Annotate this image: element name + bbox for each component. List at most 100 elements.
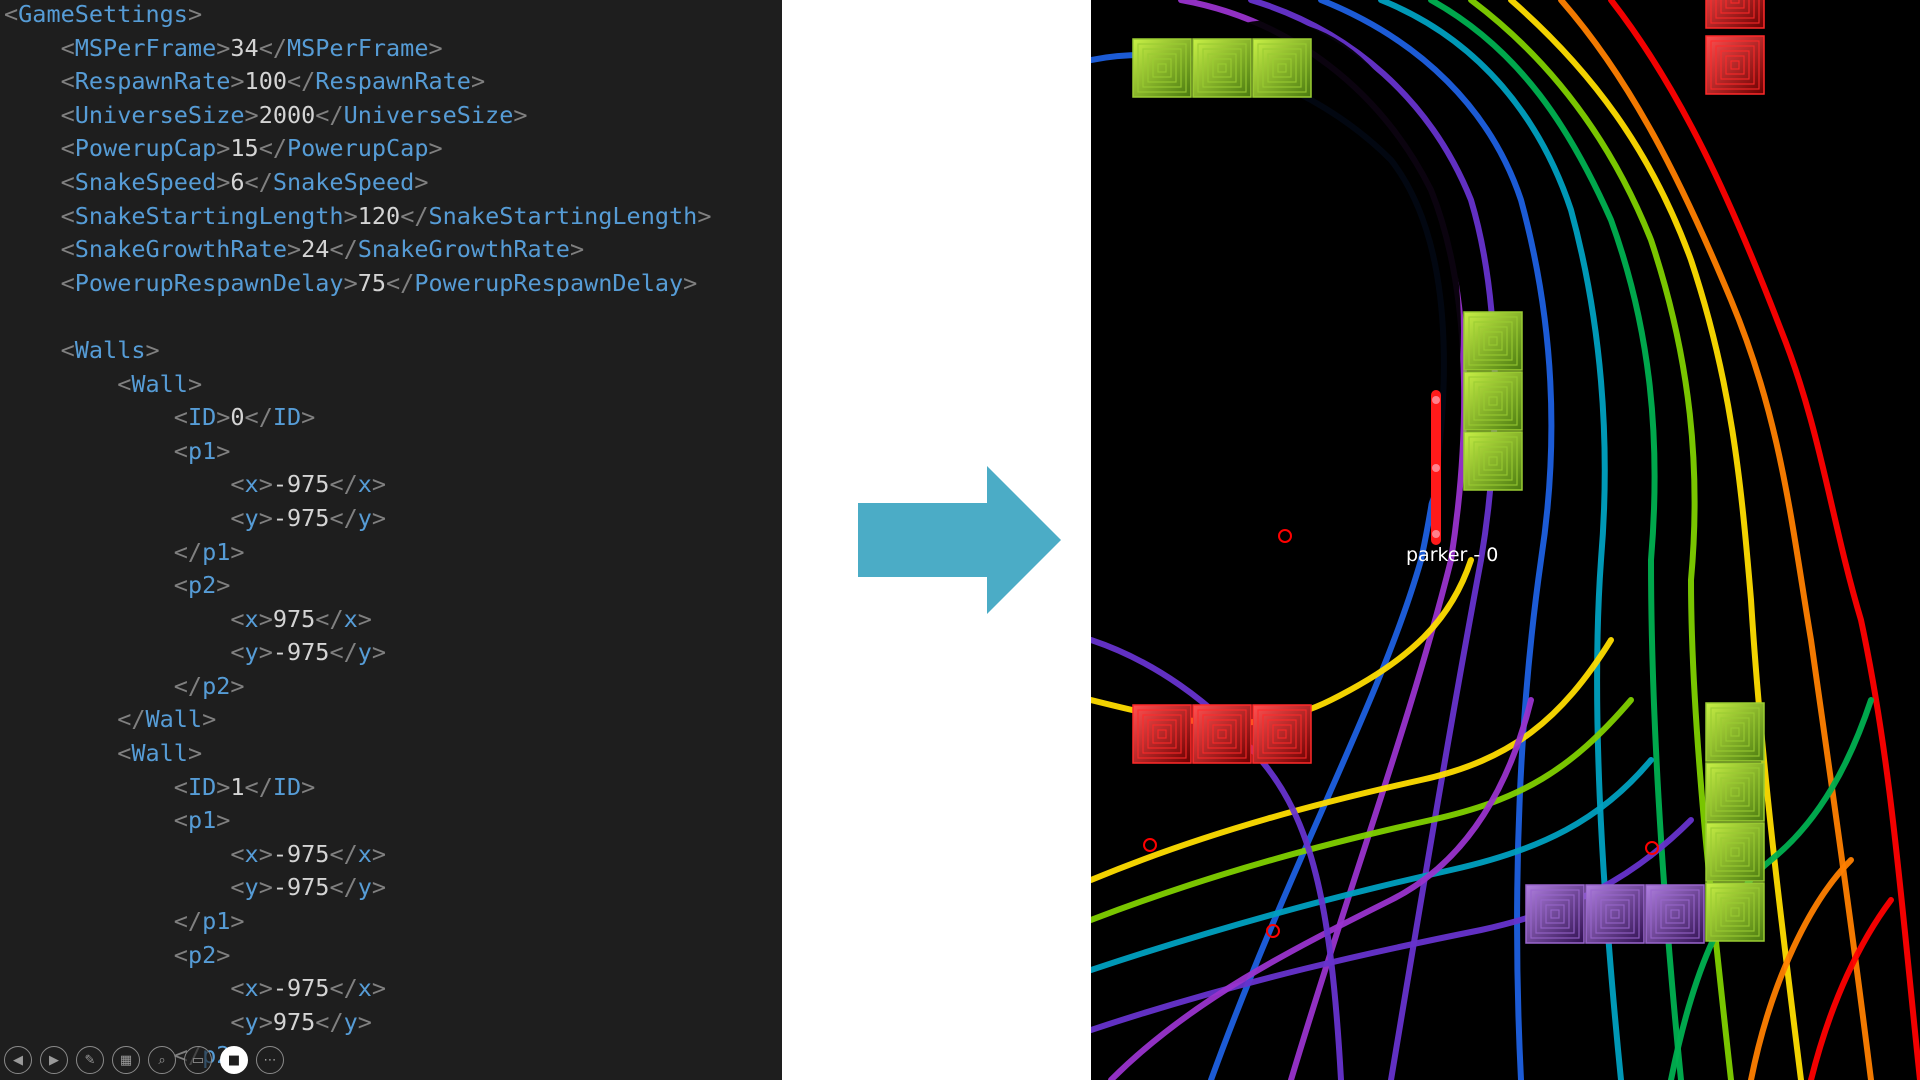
xml-bracket: > xyxy=(216,436,231,465)
wall-block-fill xyxy=(1705,882,1765,942)
xml-bracket: </ xyxy=(329,235,358,264)
xml-bracket: < xyxy=(230,503,245,532)
xml-tag-name: Wall xyxy=(145,705,203,734)
snake-trail xyxy=(1748,857,1854,1080)
xml-bracket: > xyxy=(470,67,486,96)
xml-tag-name: Wall xyxy=(131,369,188,398)
xml-bracket: < xyxy=(117,369,132,398)
code-line: <RespawnRate>100</RespawnRate> xyxy=(4,65,711,99)
xml-bracket: < xyxy=(60,235,75,264)
xml-bracket: > xyxy=(301,772,316,801)
wall-block xyxy=(1252,704,1312,764)
wall-block-fill xyxy=(1705,35,1765,95)
xml-value: -975 xyxy=(272,638,330,667)
camera-button[interactable]: ■ xyxy=(220,1046,248,1074)
xml-bracket: > xyxy=(145,335,160,364)
xml-bracket: > xyxy=(216,167,231,196)
xml-bracket: < xyxy=(230,604,245,633)
code-line: <x>-975</x> xyxy=(4,468,711,502)
code-line: <Wall> xyxy=(4,368,711,402)
snake-trails xyxy=(1091,0,1920,1080)
snake-highlight xyxy=(1432,396,1440,404)
xml-bracket: > xyxy=(230,67,245,96)
xml-value: -975 xyxy=(272,839,330,868)
xml-tag-name: SnakeSpeed xyxy=(272,167,415,196)
xml-bracket: </ xyxy=(315,100,344,129)
wall-block-fill xyxy=(1252,704,1312,764)
xml-tag-name: PowerupRespawnDelay xyxy=(414,268,684,297)
wall-block xyxy=(1252,38,1312,98)
xml-bracket: < xyxy=(230,638,245,667)
xml-bracket: </ xyxy=(315,604,344,633)
code-line: <UniverseSize>2000</UniverseSize> xyxy=(4,99,711,133)
wall-block-fill xyxy=(1132,704,1192,764)
slideshow-toolbar: ◀ ▶ ✎ ▦ ⌕ ▭ ■ ⋯ xyxy=(4,1046,284,1076)
zoom-button[interactable]: ⌕ xyxy=(148,1046,176,1074)
grid-icon: ▦ xyxy=(119,1052,133,1068)
xml-tag-name: y xyxy=(357,638,372,667)
xml-tag-name: p2 xyxy=(187,940,217,969)
all-slides-button[interactable]: ▦ xyxy=(112,1046,140,1074)
subtitles-button[interactable]: ▭ xyxy=(184,1046,212,1074)
xml-bracket: > xyxy=(258,839,273,868)
subtitles-icon: ▭ xyxy=(191,1052,205,1068)
xml-tag-name: ID xyxy=(187,772,217,801)
xml-bracket: > xyxy=(187,739,203,768)
code-line: <GameSettings> xyxy=(4,0,711,32)
next-slide-button[interactable]: ▶ xyxy=(40,1046,68,1074)
xml-value: -975 xyxy=(272,974,330,1003)
pen-icon: ✎ xyxy=(84,1052,96,1068)
more-options-button[interactable]: ⋯ xyxy=(256,1046,284,1074)
wall-block xyxy=(1192,704,1252,764)
xml-value: -975 xyxy=(272,503,330,532)
arrow-right-icon: ▶ xyxy=(49,1052,59,1068)
wall-block-fill xyxy=(1705,822,1765,882)
arrow-shape xyxy=(858,466,1061,614)
xml-value: 6 xyxy=(230,167,245,196)
xml-tag-name: GameSettings xyxy=(18,0,188,28)
xml-bracket: < xyxy=(173,403,188,432)
xml-bracket: < xyxy=(173,806,188,835)
previous-slide-button[interactable]: ◀ xyxy=(4,1046,32,1074)
wall-block-fill xyxy=(1252,38,1312,98)
wall-block-fill xyxy=(1192,38,1252,98)
wall-block xyxy=(1132,38,1192,98)
wall-block-fill xyxy=(1463,371,1523,431)
xml-bracket: > xyxy=(216,403,231,432)
game-view xyxy=(1091,0,1920,1080)
xml-bracket: </ xyxy=(329,470,358,499)
code-line: <ID>0</ID> xyxy=(4,401,711,435)
xml-tag-name: p1 xyxy=(202,537,231,566)
right-arrow-icon xyxy=(858,466,1061,614)
wall-block-fill xyxy=(1132,38,1192,98)
xml-tag-name: UniverseSize xyxy=(343,100,514,129)
xml-value: 975 xyxy=(272,604,316,633)
wall-block xyxy=(1463,371,1523,431)
wall-block xyxy=(1463,431,1523,491)
code-line: <PowerupRespawnDelay>75</PowerupRespawnD… xyxy=(4,267,711,301)
xml-code-lines: <GameSettings> <MSPerFrame>34</MSPerFram… xyxy=(4,0,711,1073)
video-camera-icon: ■ xyxy=(227,1052,241,1068)
xml-tag-name: p2 xyxy=(187,571,217,600)
code-line: <x>-975</x> xyxy=(4,972,711,1006)
xml-bracket: < xyxy=(60,134,75,163)
xml-tag-name: p1 xyxy=(202,907,231,936)
xml-tag-name: PowerupCap xyxy=(74,134,217,163)
xml-bracket: < xyxy=(4,0,19,28)
wall-block-fill xyxy=(1463,311,1523,371)
xml-tag-name: x xyxy=(244,974,259,1003)
xml-code-pane: <GameSettings> <MSPerFrame>34</MSPerFram… xyxy=(0,0,782,1080)
xml-bracket: </ xyxy=(244,167,273,196)
xml-bracket: </ xyxy=(329,638,358,667)
code-line: <p2> xyxy=(4,939,711,973)
xml-value: 2000 xyxy=(258,100,316,129)
xml-tag-name: x xyxy=(357,839,372,868)
xml-tag-name: RespawnRate xyxy=(74,67,231,96)
xml-tag-name: x xyxy=(357,470,372,499)
xml-bracket: > xyxy=(216,33,231,62)
xml-bracket: > xyxy=(230,671,245,700)
pen-button[interactable]: ✎ xyxy=(76,1046,104,1074)
wall-block xyxy=(1645,884,1705,944)
game-canvas xyxy=(1091,0,1920,1080)
xml-bracket: > xyxy=(258,503,273,532)
